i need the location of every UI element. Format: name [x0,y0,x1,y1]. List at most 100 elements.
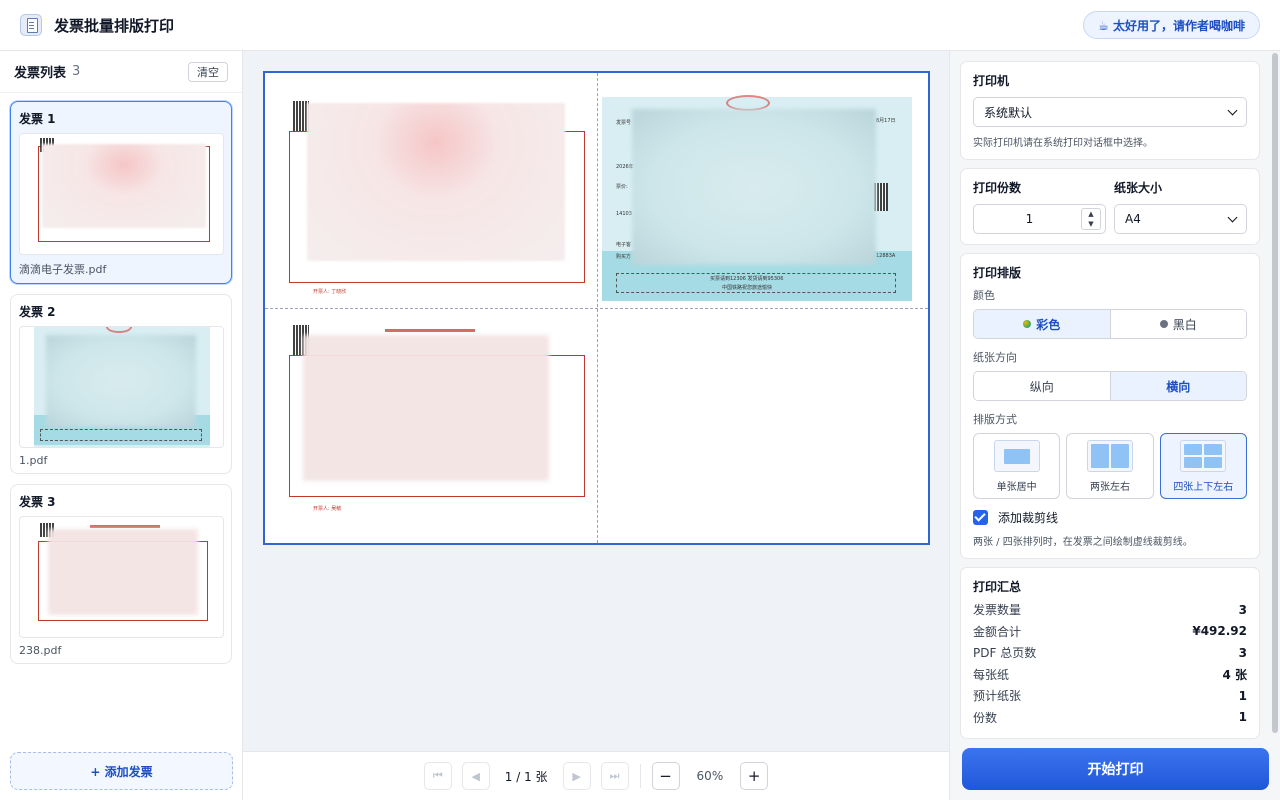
summary-section: 打印汇总 发票数量 3 金额合计 ¥492.92 PDF 总页数 3 每张纸 4 张 预… [960,567,1260,739]
invoice-sidebar: 发票列表 3 清空 发票 1 滴滴电子发票.pdf 发票 2 1.pdf 发票 … [0,51,243,800]
horizontal-cut-line [265,308,928,309]
ticket-price-label: 票价: [616,184,628,190]
summary-label: 金额合计 [973,624,1022,639]
blurred-invoice-content [632,109,876,265]
preview-toolbar: ⏮ ◀ 1 / 1 张 ▶ ⏭ − 60% + [243,751,949,800]
invoice-filename: 238.pdf [19,644,62,657]
invoice-card[interactable]: 发票 3 238.pdf [10,484,232,664]
invoice-count: 3 [72,64,81,79]
blurred-invoice-content [42,144,206,228]
blurred-invoice-content [307,103,565,261]
orientation-landscape[interactable]: 横向 [1109,372,1246,400]
chevron-down-icon [1227,212,1238,223]
summary-title: 打印汇总 [973,580,1022,594]
copies-stepper[interactable]: 1 ▲ ▼ [973,204,1106,234]
layout-option-label: 两张左右 [1089,481,1130,493]
summary-label: PDF 总页数 [973,646,1037,661]
zoom-in-button[interactable]: + [740,762,769,790]
printer-title: 打印机 [973,74,1010,88]
layout-single-center[interactable]: 单张居中 [973,433,1061,499]
ticket-code: 12883A [876,253,896,259]
layout-mode-options: 单张居中 两张左右 四张上下左右 [973,433,1247,499]
print-preview-area: 开票人: 丁晓欣 发票号 8月17日 2026年 票价: 14103 电子客 购… [243,51,949,751]
two-layout-icon [1086,439,1133,472]
zoom-level: 60% [696,769,724,783]
invoice-header-text [385,329,475,332]
summary-label: 份数 [973,710,998,725]
ticket-buyer: 购买方 [616,254,632,260]
prev-page-icon[interactable]: ◀ [461,762,490,790]
summary-value: 4 张 [1222,667,1247,682]
summary-row: 每张纸 4 张 [973,664,1247,686]
start-print-button[interactable]: 开始打印 [962,748,1269,790]
cutline-label: 添加裁剪线 [998,511,1059,525]
sidebar-header: 发票列表 3 清空 [0,51,242,93]
buy-coffee-button[interactable]: ☕ 太好用了，请作者喝咖啡 [1083,11,1260,39]
invoice-card-title: 发票 3 [19,495,56,509]
color-option-label: 彩色 [1036,317,1061,332]
ticket-number-label: 发票号 [616,120,632,126]
cutline-checkbox[interactable] [973,510,988,525]
settings-scroll: 打印机 系统默认 实际打印机请在系统打印对话框中选择。 打印份数 1 ▲ ▼ 纸… [960,61,1260,747]
summary-row: 份数 1 [973,707,1247,729]
invoice-filename: 滴滴电子发票.pdf [19,263,107,276]
summary-row: 预计纸张 1 [973,685,1247,707]
invoice-card[interactable]: 发票 1 滴滴电子发票.pdf [10,101,232,284]
color-option-label: 黑白 [1172,317,1197,332]
next-page-icon[interactable]: ▶ [562,762,591,790]
app-header: 发票批量排版打印 ☕ 太好用了，请作者喝咖啡 [0,0,1280,51]
printer-section: 打印机 系统默认 实际打印机请在系统打印对话框中选择。 [960,61,1260,160]
copies-title: 打印份数 [973,181,1022,195]
bw-dot-icon [1159,320,1168,328]
preview-paper: 开票人: 丁晓欣 发票号 8月17日 2026年 票价: 14103 电子客 购… [263,71,930,545]
blurred-invoice-content [46,335,196,427]
preview-cell-1: 开票人: 丁晓欣 [265,73,597,308]
summary-label: 发票数量 [973,603,1022,618]
app-title: 发票批量排版打印 [54,16,175,35]
invoice-header-text [90,525,160,528]
cutline-checkbox-row[interactable]: 添加裁剪线 [973,509,1247,526]
four-layout-icon [1180,439,1227,472]
ticket-id: 14103 [616,211,632,217]
stepper-arrows: ▲ ▼ [1081,208,1101,230]
color-option-bw[interactable]: 黑白 [1109,310,1246,338]
ticket-date: 8月17日 [876,118,896,124]
layout-title: 打印排版 [973,266,1022,280]
invoice-card[interactable]: 发票 2 1.pdf [10,294,232,474]
single-layout-icon [993,439,1040,472]
chevron-down-icon [1227,105,1238,116]
color-dot-icon [1023,320,1032,328]
summary-value: 1 [1238,688,1247,703]
layout-option-label: 单张居中 [996,481,1037,493]
color-toggle: 彩色 黑白 [973,309,1247,339]
summary-label: 每张纸 [973,667,1010,682]
invoice-thumbnail [19,326,224,448]
color-option-color[interactable]: 彩色 [974,310,1110,338]
sidebar-title: 发票列表 [14,66,67,81]
orientation-portrait[interactable]: 纵向 [974,372,1110,400]
last-page-icon[interactable]: ⏭ [600,762,629,790]
clear-button[interactable]: 清空 [188,61,228,82]
ticket-footer-line2: 中国铁路祝您旅途愉快 [722,285,773,291]
summary-row: PDF 总页数 3 [973,642,1247,664]
paper-size-select[interactable]: A4 [1114,204,1247,234]
layout-two-side[interactable]: 两张左右 [1066,433,1154,499]
decrement-icon[interactable]: ▼ [1082,219,1100,229]
layout-mode-label: 排版方式 [973,413,1017,426]
add-invoice-button[interactable]: + 添加发票 [10,752,233,790]
layout-four-grid[interactable]: 四张上下左右 [1159,433,1247,499]
printer-select[interactable]: 系统默认 [973,97,1247,127]
cutline-hint: 两张 / 四张排列时，在发票之间绘制虚线裁剪线。 [973,537,1193,548]
orientation-toggle: 纵向 横向 [973,371,1247,401]
ticket-footer-line1: 买票请到12306 发货请到95306 [710,276,784,282]
invoice-logo-icon [20,14,42,36]
settings-scrollbar[interactable] [1272,53,1278,733]
copies-paper-section: 打印份数 1 ▲ ▼ 纸张大小 A4 [960,168,1260,245]
zoom-out-button[interactable]: − [651,762,680,790]
blurred-invoice-content [303,335,549,481]
preview-cell-2: 发票号 8月17日 2026年 票价: 14103 电子客 购买方 12883A… [598,73,928,308]
summary-label: 预计纸张 [973,689,1022,704]
first-page-icon[interactable]: ⏮ [423,762,452,790]
increment-icon[interactable]: ▲ [1082,209,1100,219]
page-indicator: 1 / 1 张 [504,769,548,784]
